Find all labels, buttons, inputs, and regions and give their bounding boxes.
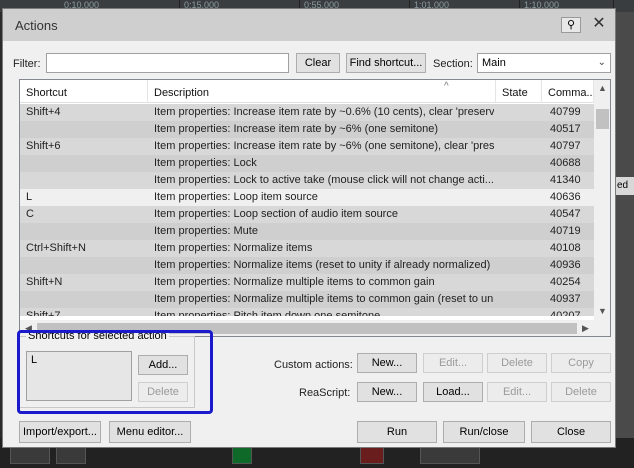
table-row[interactable]: Ctrl+Shift+N Item properties: Normalize i… <box>20 240 594 257</box>
reascript-label: ReaScript: <box>299 387 351 399</box>
table-row[interactable]: Item properties: Lock to active take (mo… <box>20 172 594 189</box>
pin-icon[interactable]: ⚲ <box>561 17 581 33</box>
custom-action-delete-button[interactable]: Delete <box>487 353 547 373</box>
scrollbar-corner <box>594 320 610 336</box>
section-value: Main <box>482 57 506 69</box>
table-row[interactable]: C Item properties: Loop section of audio … <box>20 206 594 223</box>
row-description: Item properties: Lock to active take (mo… <box>154 174 494 186</box>
row-description: Item properties: Normalize multiple item… <box>154 276 435 288</box>
reascript-load-button[interactable]: Load... <box>423 382 483 402</box>
filter-label: Filter: <box>13 58 41 70</box>
row-description: Item properties: Normalize multiple item… <box>154 293 494 305</box>
column-header-description[interactable]: ^ Description <box>148 80 496 103</box>
vertical-scroll-thumb[interactable] <box>596 109 609 129</box>
reascript-edit-button[interactable]: Edit... <box>487 382 547 402</box>
actions-window: Actions ⚲ ✕ Filter: Clear Find shortcut.… <box>2 8 616 448</box>
table-row[interactable]: Item properties: Normalize multiple item… <box>20 291 594 308</box>
table-row[interactable]: Shift+7 Item properties: Pitch item down … <box>20 308 594 316</box>
row-description: Item properties: Lock <box>154 157 257 169</box>
column-header-shortcut[interactable]: Shortcut <box>20 80 148 103</box>
row-command: 40719 <box>550 225 581 237</box>
transport-segment <box>360 446 384 464</box>
row-description: Item properties: Normalize items <box>154 242 313 254</box>
filter-input[interactable] <box>46 53 289 73</box>
window-title: Actions <box>15 18 58 33</box>
custom-action-copy-button[interactable]: Copy <box>551 353 611 373</box>
row-description: Item properties: Loop item source <box>154 191 318 203</box>
background-fragment-text: ed <box>615 177 634 195</box>
list-rows: Shift+4 Item properties: Increase item ra… <box>20 104 594 316</box>
row-command: 40797 <box>550 140 581 152</box>
table-row[interactable]: L Item properties: Loop item source 40636 <box>20 189 594 206</box>
row-description: Item properties: Loop section of audio i… <box>154 208 398 220</box>
scroll-right-icon[interactable]: ▶ <box>577 320 594 336</box>
row-shortcut: L <box>26 191 33 203</box>
transport-segment <box>56 446 86 464</box>
transport-segment <box>420 446 480 464</box>
background-side-panel: ed <box>614 12 634 468</box>
row-description: Item properties: Normalize items (reset … <box>154 259 491 271</box>
find-shortcut-button[interactable]: Find shortcut... <box>346 53 426 73</box>
row-shortcut: Ctrl+Shift+N <box>26 242 86 254</box>
row-command: 40688 <box>550 157 581 169</box>
row-command: 40936 <box>550 259 581 271</box>
row-command: 40636 <box>550 191 581 203</box>
reascript-delete-button[interactable]: Delete <box>551 382 611 402</box>
custom-action-edit-button[interactable]: Edit... <box>423 353 483 373</box>
section-select[interactable]: Main ⌄ <box>477 53 611 73</box>
row-description: Item properties: Increase item rate by ~… <box>154 106 494 118</box>
close-icon[interactable]: ✕ <box>585 13 613 35</box>
row-shortcut: Shift+4 <box>26 106 61 118</box>
column-header-description-label: Description <box>154 87 210 99</box>
table-row[interactable]: Item properties: Lock 40688 <box>20 155 594 172</box>
custom-actions-label: Custom actions: <box>274 359 353 371</box>
custom-action-new-button[interactable]: New... <box>357 353 417 373</box>
column-header-state[interactable]: State <box>496 80 542 103</box>
transport-segment <box>232 446 252 464</box>
row-description: Item properties: Mute <box>154 225 258 237</box>
list-header: Shortcut ^ Description State Comma... <box>20 80 594 103</box>
row-description: Item properties: Pitch item down one sem… <box>154 310 381 316</box>
row-shortcut: Shift+N <box>26 276 63 288</box>
reascript-new-button[interactable]: New... <box>357 382 417 402</box>
row-command: 40207 <box>550 310 581 316</box>
title-bar: Actions ⚲ ✕ <box>3 9 615 41</box>
scroll-down-icon[interactable]: ▼ <box>594 303 610 320</box>
row-shortcut: C <box>26 208 34 220</box>
run-button[interactable]: Run <box>357 421 437 443</box>
row-shortcut: Shift+7 <box>26 310 61 316</box>
table-row[interactable]: Shift+4 Item properties: Increase item ra… <box>20 104 594 121</box>
close-button[interactable]: Close <box>531 421 611 443</box>
row-command: 40937 <box>550 293 581 305</box>
table-row[interactable]: Item properties: Increase item rate by ~… <box>20 121 594 138</box>
row-command: 40517 <box>550 123 581 135</box>
clear-button[interactable]: Clear <box>296 53 340 73</box>
table-row[interactable]: Shift+N Item properties: Normalize multip… <box>20 274 594 291</box>
actions-list[interactable]: Shortcut ^ Description State Comma... Sh… <box>19 79 611 337</box>
run-close-button[interactable]: Run/close <box>443 421 525 443</box>
table-row[interactable]: Item properties: Mute 40719 <box>20 223 594 240</box>
highlight-annotation <box>17 330 213 414</box>
sort-ascending-icon: ^ <box>444 81 449 92</box>
transport-segment <box>10 446 50 464</box>
column-header-command[interactable]: Comma... <box>542 80 594 103</box>
row-description: Item properties: Increase item rate by ~… <box>154 140 494 152</box>
table-row[interactable]: Shift+6 Item properties: Increase item ra… <box>20 138 594 155</box>
section-label: Section: <box>433 58 473 70</box>
row-command: 40547 <box>550 208 581 220</box>
row-command: 40108 <box>550 242 581 254</box>
chevron-down-icon: ⌄ <box>597 57 606 68</box>
row-command: 40254 <box>550 276 581 288</box>
import-export-button[interactable]: Import/export... <box>19 421 101 443</box>
menu-editor-button[interactable]: Menu editor... <box>109 421 191 443</box>
row-command: 40799 <box>550 106 581 118</box>
row-shortcut: Shift+6 <box>26 140 61 152</box>
scroll-up-icon[interactable]: ▲ <box>594 80 610 97</box>
row-description: Item properties: Increase item rate by ~… <box>154 123 438 135</box>
table-row[interactable]: Item properties: Normalize items (reset … <box>20 257 594 274</box>
row-command: 41340 <box>550 174 581 186</box>
vertical-scrollbar[interactable]: ▲ ▼ <box>594 80 610 320</box>
